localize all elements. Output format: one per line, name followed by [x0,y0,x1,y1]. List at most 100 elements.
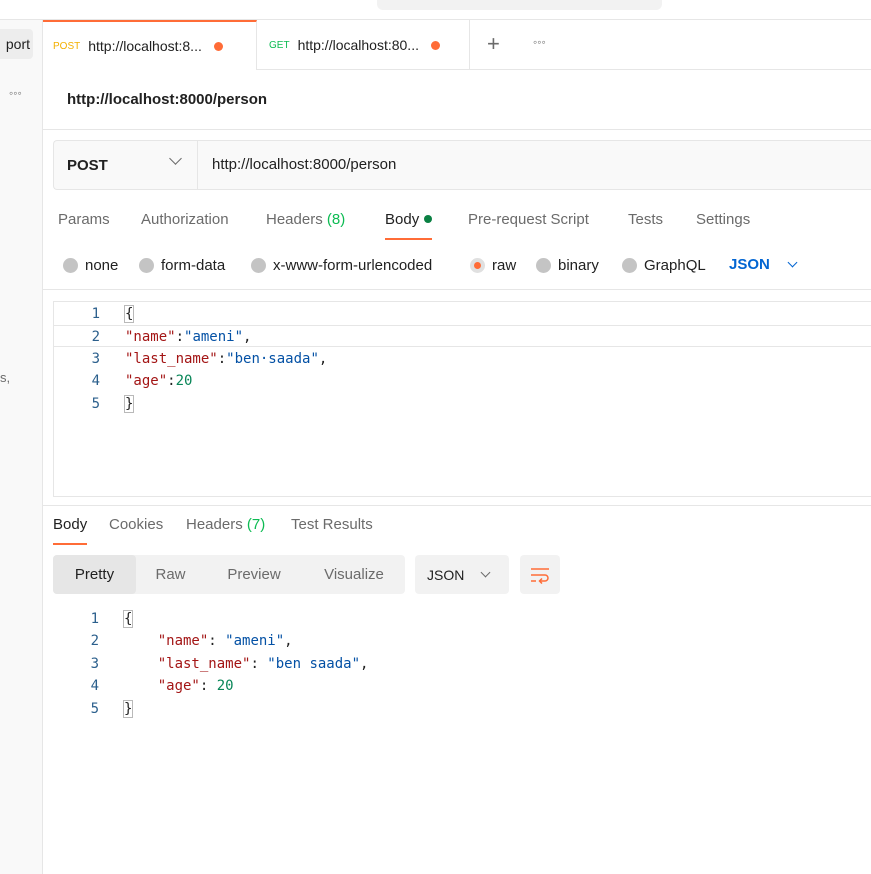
response-tab-body[interactable]: Body [53,516,88,545]
headers-count: (8) [326,211,346,228]
search-bar[interactable] [377,0,662,10]
radio-label: x-www-form-urlencoded [273,257,433,274]
tab-post-request[interactable]: POST http://localhost:8... [43,20,257,70]
tab-settings[interactable]: Settings [696,211,750,240]
radio-none[interactable]: none [63,257,118,274]
tab-bar: POST http://localhost:8... GET http://lo… [43,20,871,70]
language-select[interactable]: JSON [729,256,798,273]
request-name-header: http://localhost:8000/person [43,70,871,130]
code-text: } [123,393,135,415]
radio-form-data[interactable]: form-data [139,257,225,274]
code-text: "age":20 [125,373,193,389]
code-text: { [123,303,135,325]
body-active-dot-icon [424,215,433,223]
tab-prerequest-script[interactable]: Pre-request Script [468,211,589,240]
sidebar-text-fragment: s, [0,370,11,385]
response-tabs: Body Cookies Headers (7) Test Results [43,506,871,546]
open-brace: { [122,610,134,628]
top-bar [0,0,871,20]
code-line: 3 "last_name":"ben·saada", [54,348,871,370]
radio-selected-icon [470,258,485,273]
line-number: 2 [90,633,99,649]
url-bar: POST http://localhost:8000/person [53,140,871,190]
new-tab-icon[interactable]: + [487,31,500,57]
json-value: 20 [175,373,193,389]
radio-circle-icon [251,258,266,273]
chevron-down-icon [169,152,182,165]
request-body-editor[interactable]: 1 { 2 "name":"ameni", 3 "last_name":"ben… [53,301,871,497]
line-number: 3 [91,351,100,367]
import-button[interactable]: port [0,29,33,59]
response-headers-count: (7) [246,516,266,533]
json-key: "last_name" [125,351,218,367]
tab-headers[interactable]: Headers (8) [266,211,345,240]
radio-label: none [85,257,119,274]
json-key: "name" [157,633,209,649]
radio-graphql[interactable]: GraphQL [622,257,706,274]
tab-params[interactable]: Params [58,211,110,240]
code-text: { [122,608,134,630]
sidebar-more-icon[interactable]: ◦◦◦ [9,86,22,100]
tab-get-request[interactable]: GET http://localhost:80... [257,20,470,70]
tab-options-icon[interactable]: ◦◦◦ [533,35,546,49]
tab-url: http://localhost:80... [297,37,419,53]
view-pretty-button[interactable]: Pretty [53,555,136,594]
tab-body-label: Body [385,211,420,228]
response-body-viewer[interactable]: 1 { 2 "name": "ameni", 3 "last_name": "b… [53,607,871,727]
code-line: 5 } [54,393,871,415]
code-text: "last_name":"ben·saada", [125,351,328,367]
close-brace: } [123,395,135,413]
tab-headers-label: Headers [266,211,323,228]
line-number: 3 [90,656,99,672]
radio-circle-icon [622,258,637,273]
json-value: 20 [216,678,234,694]
tab-url: http://localhost:8... [88,38,202,54]
request-name[interactable]: http://localhost:8000/person [67,91,267,108]
tab-method: POST [53,40,81,52]
response-headers-label: Headers [186,516,243,533]
radio-label: binary [558,257,599,274]
sidebar: port ◦◦◦ s, [0,20,43,874]
code-line: 2 "name":"ameni", [54,325,871,347]
tab-body[interactable]: Body [385,211,433,240]
view-raw-button[interactable]: Raw [140,555,201,594]
radio-circle-icon [139,258,154,273]
json-key: "age" [125,373,168,389]
body-type-options: none form-data x-www-form-urlencoded raw… [43,250,871,290]
open-brace: { [123,305,135,323]
response-format-select[interactable]: JSON [415,555,509,594]
line-number: 4 [91,373,100,389]
wrap-lines-button[interactable] [520,555,560,594]
response-tab-headers[interactable]: Headers (7) [186,516,265,545]
radio-urlencoded[interactable]: x-www-form-urlencoded [251,257,432,274]
code-line: 4 "age": 20 [53,675,871,697]
code-line: 1 { [53,608,871,630]
code-line: 2 "name": "ameni", [53,630,871,652]
code-text: "last_name": "ben saada", [157,656,369,672]
tab-tests[interactable]: Tests [628,211,663,240]
line-number: 5 [91,396,100,412]
response-tab-cookies[interactable]: Cookies [109,516,163,545]
wrap-lines-icon [531,567,549,584]
code-text: "name": "ameni", [157,633,293,649]
tab-authorization[interactable]: Authorization [141,211,229,240]
view-preview-button[interactable]: Preview [213,555,295,594]
tab-method: GET [269,39,290,51]
line-number: 5 [90,701,99,717]
radio-circle-icon [536,258,551,273]
radio-raw[interactable]: raw [470,257,516,274]
url-input[interactable]: http://localhost:8000/person [198,141,871,189]
view-visualize-button[interactable]: Visualize [308,555,400,594]
json-value: "ameni" [225,633,285,649]
response-tab-test-results[interactable]: Test Results [291,516,373,545]
line-number: 1 [90,611,99,627]
code-line: 3 "last_name": "ben saada", [53,653,871,675]
method-label: POST [67,157,108,174]
response-format-label: JSON [427,566,465,583]
code-text: "age": 20 [157,678,234,694]
radio-binary[interactable]: binary [536,257,599,274]
radio-label: form-data [161,257,226,274]
radio-circle-icon [63,258,78,273]
code-line: 4 "age":20 [54,370,871,392]
method-select[interactable]: POST [54,141,198,189]
